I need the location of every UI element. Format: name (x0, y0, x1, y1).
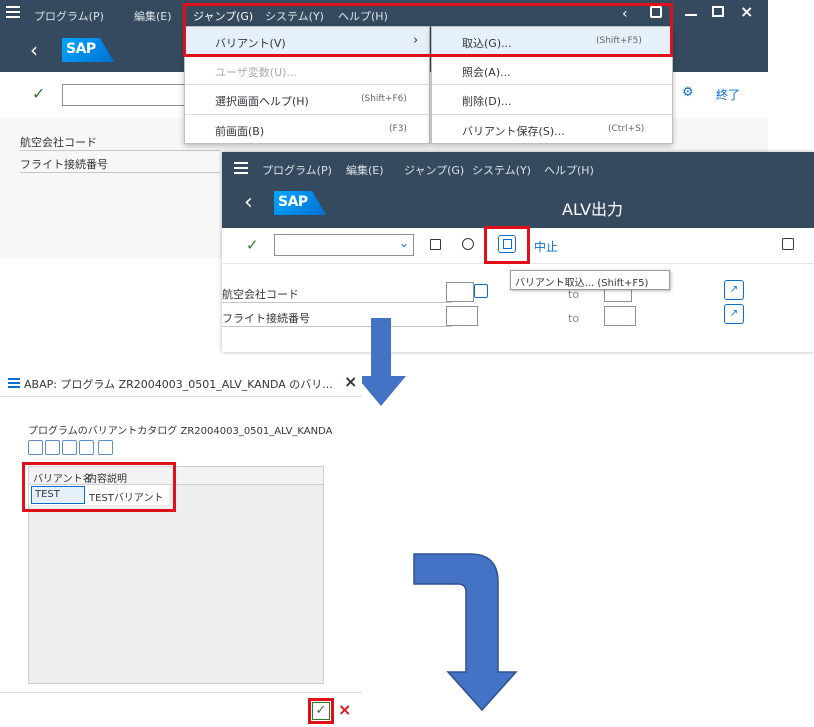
menu-goto[interactable]: ジャンプ(G) (404, 162, 464, 178)
highlight-confirm (308, 698, 334, 724)
catalog-title: プログラムのバリアントカタログ ZR2004003_0501_ALV_KANDA (28, 426, 333, 437)
window2-titlebar: ‹ SAP ALV出力 (222, 182, 814, 228)
sap-logo: SAP (274, 191, 326, 215)
sort-ascending-icon[interactable] (28, 440, 43, 455)
menu-program[interactable]: プログラム(P) (34, 8, 104, 24)
chevron-down-icon[interactable]: ⌄ (399, 236, 409, 250)
field-label-connection: フライト接続番号 (20, 158, 108, 171)
back-icon[interactable]: ‹ (244, 190, 253, 215)
curved-arrow-path (413, 553, 518, 712)
multiple-selection-icon[interactable]: ↗ (724, 304, 744, 324)
multiple-selection-icon[interactable] (474, 284, 488, 298)
submenu-item-delete[interactable]: 削除(D)... (432, 85, 672, 115)
cancel-button[interactable]: 中止 (534, 238, 558, 255)
command-field[interactable]: ⌄ (274, 234, 414, 256)
flow-arrow-curved (408, 552, 518, 712)
search-next-icon[interactable] (79, 440, 94, 455)
field-underline (222, 326, 452, 327)
save-icon[interactable] (430, 239, 441, 250)
airline-from-input[interactable] (446, 282, 474, 302)
close-icon[interactable]: × (740, 2, 753, 21)
sap-logo: SAP (62, 38, 114, 62)
menu-icon[interactable] (8, 378, 20, 388)
back-icon[interactable]: ‹ (30, 38, 38, 62)
maximize-icon[interactable] (712, 6, 724, 17)
print-icon[interactable] (782, 238, 794, 250)
menu-edit[interactable]: 編集(E) (346, 162, 384, 178)
menu-icon[interactable] (6, 6, 20, 18)
dialog-title-underline (0, 396, 362, 397)
dialog-title: ABAP: プログラム ZR2004003_0501_ALV_KANDA のバリ… (24, 378, 333, 391)
field-label-connection: フライト接続番号 (222, 312, 310, 325)
check-icon[interactable]: ✓ (246, 236, 259, 254)
clock-icon[interactable] (462, 238, 474, 250)
connection-from-input[interactable] (446, 306, 478, 326)
search-icon[interactable] (62, 440, 77, 455)
page-title: ALV出力 (562, 200, 624, 219)
flow-arrow-down (371, 318, 391, 378)
field-label-airline: 航空会社コード (222, 288, 299, 301)
check-icon[interactable]: ✓ (32, 84, 45, 103)
menu-edit[interactable]: 編集(E) (134, 8, 172, 24)
highlight-goto-variant (183, 3, 673, 57)
to-label: to (568, 312, 580, 325)
field-label-airline: 航空会社コード (20, 136, 97, 149)
window2: プログラム(P) 編集(E) ジャンプ(G) システム(Y) ヘルプ(H) ‹ … (222, 152, 814, 352)
field-underline (20, 150, 220, 151)
end-button[interactable]: 終了 (716, 86, 740, 103)
connection-to-input[interactable] (604, 306, 636, 326)
flow-arrow-head (356, 376, 406, 406)
tooltip: バリアント取込... (Shift+F5) (510, 270, 670, 290)
cancel-icon[interactable]: × (338, 700, 351, 719)
menu-help[interactable]: ヘルプ(H) (544, 162, 594, 178)
dropdown-item-screen-help[interactable]: 選択画面ヘルプ(H) (Shift+F6) (185, 85, 429, 115)
submenu-item-display[interactable]: 照会(A)... (432, 57, 672, 85)
dropdown-item-back[interactable]: 前画面(B) (F3) (185, 115, 429, 143)
field-underline (20, 172, 220, 173)
window2-menubar: プログラム(P) 編集(E) ジャンプ(G) システム(Y) ヘルプ(H) (222, 152, 814, 182)
menu-system[interactable]: システム(Y) (472, 162, 531, 178)
highlight-variant-row (22, 462, 176, 512)
field-underline (222, 302, 452, 303)
close-icon[interactable]: × (344, 372, 357, 391)
minimize-icon[interactable] (685, 14, 697, 16)
submenu-item-save[interactable]: バリアント保存(S)... (Ctrl+S) (432, 115, 672, 143)
multiple-selection-icon[interactable]: ↗ (724, 280, 744, 300)
variant-dialog: ABAP: プログラム ZR2004003_0501_ALV_KANDA のバリ… (0, 364, 362, 727)
menu-icon[interactable] (234, 162, 248, 174)
dialog-footer-line (0, 692, 362, 693)
print-icon[interactable] (98, 440, 113, 455)
highlight-get-variant (484, 226, 530, 264)
settings-icon[interactable]: ⚙ (682, 85, 694, 100)
command-field[interactable] (62, 84, 192, 106)
dropdown-item-user-variables[interactable]: ユーザ変数(U)... (185, 57, 429, 85)
filter-icon[interactable] (45, 440, 60, 455)
menu-program[interactable]: プログラム(P) (262, 162, 332, 178)
